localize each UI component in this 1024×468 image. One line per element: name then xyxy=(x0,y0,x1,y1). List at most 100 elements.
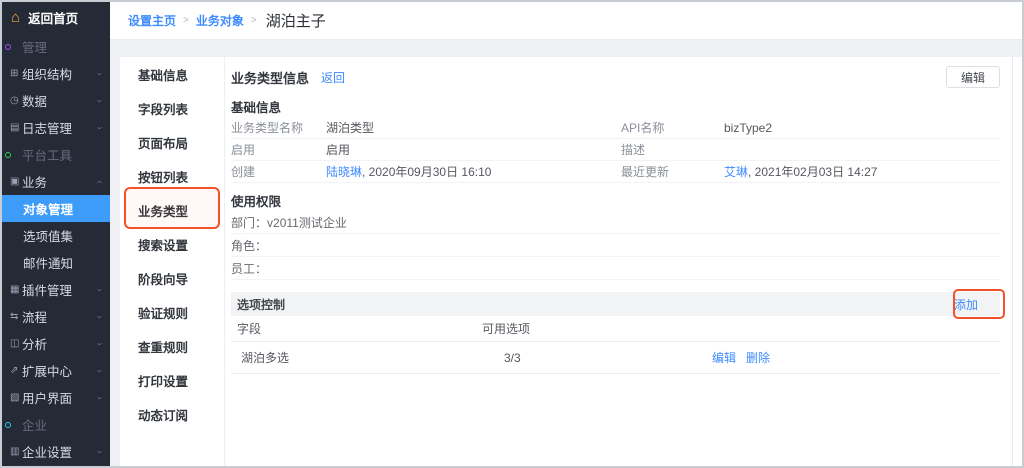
field-value: 湖泊类型 xyxy=(326,119,621,136)
plugin-grid-icon xyxy=(10,285,19,295)
user-interface-icon xyxy=(10,393,19,403)
main-panel: 基础信息 字段列表 页面布局 按钮列表 业务类型 搜索设置 阶段向导 验证规则 … xyxy=(120,57,1012,466)
sidebar-item-label: 企业 xyxy=(22,415,47,434)
sidebar-item-label: 流程 xyxy=(22,307,47,326)
data-clock-icon xyxy=(10,96,19,106)
sidebar-item-label: 扩展中心 xyxy=(22,361,72,380)
field-name-cell: 湖泊多选 xyxy=(231,349,482,366)
field-label: 启用 xyxy=(231,141,326,158)
sidebar-item-user-interface[interactable]: 用户界面 › xyxy=(2,384,110,411)
row-delete-link[interactable]: 删除 xyxy=(746,349,770,366)
field-label: 业务类型名称 xyxy=(231,119,326,136)
app-window: 返回首页 管理 组织结构 › 数据 › 日志管理 › xyxy=(0,0,1024,468)
detail-content: 业务类型信息 返回 编辑 基础信息 业务类型名称 湖泊类型 API名称 bizT… xyxy=(225,57,1012,466)
chevron-down-icon: › xyxy=(94,99,105,102)
sidebar-item-label: 企业设置 xyxy=(22,442,72,461)
sidebar-item-label: 选项值集 xyxy=(23,226,73,245)
edit-button[interactable]: 编辑 xyxy=(946,66,1000,88)
field-label: 创建 xyxy=(231,163,326,180)
submenu-item-basic-info[interactable]: 基础信息 xyxy=(120,57,224,91)
sidebar-item-enterprise[interactable]: 企业 xyxy=(2,411,110,438)
submenu-item-field-list[interactable]: 字段列表 xyxy=(120,91,224,125)
workflow-icon xyxy=(10,312,18,322)
submenu-item-dedup-rules[interactable]: 查重规则 xyxy=(120,329,224,363)
submenu-item-search-settings[interactable]: 搜索设置 xyxy=(120,227,224,261)
creator-user-link[interactable]: 陆晓琳 xyxy=(326,165,362,179)
sidebar-item-analytics[interactable]: 分析 › xyxy=(2,330,110,357)
green-dot-icon xyxy=(5,152,11,158)
field-label: 最近更新 xyxy=(621,163,724,180)
sidebar-item-extension-center[interactable]: 扩展中心 › xyxy=(2,357,110,384)
sidebar-item-plugin-management[interactable]: 插件管理 › xyxy=(2,276,110,303)
submenu-item-business-type[interactable]: 业务类型 xyxy=(120,193,224,227)
submenu-item-dynamic-subscription[interactable]: 动态订阅 xyxy=(120,397,224,431)
field-value: 艾琳, 2021年02月03日 14:27 xyxy=(724,163,1000,180)
breadcrumb-link-settings-home[interactable]: 设置主页 xyxy=(128,12,176,29)
sidebar: 返回首页 管理 组织结构 › 数据 › 日志管理 › xyxy=(2,2,110,466)
sidebar-item-business[interactable]: 业务 › xyxy=(2,168,110,195)
purple-dot-icon xyxy=(5,44,11,50)
table-header: 字段 可用选项 xyxy=(231,316,1000,342)
breadcrumb-link-business-object[interactable]: 业务对象 xyxy=(196,12,244,29)
sidebar-item-label: 平台工具 xyxy=(22,145,72,164)
field-label: API名称 xyxy=(621,119,724,136)
chevron-down-icon: › xyxy=(94,342,105,345)
field-value: 启用 xyxy=(326,141,621,158)
add-link[interactable]: 添加 xyxy=(954,296,978,313)
chevron-up-icon: › xyxy=(94,180,105,183)
sidebar-item-label: 分析 xyxy=(22,334,47,353)
submenu-item-page-layout[interactable]: 页面布局 xyxy=(120,125,224,159)
permissions-title: 使用权限 xyxy=(231,193,1000,211)
enterprise-settings-icon xyxy=(10,447,19,457)
log-list-icon xyxy=(10,123,19,133)
home-label: 返回首页 xyxy=(28,8,78,27)
sidebar-item-log-management[interactable]: 日志管理 › xyxy=(2,114,110,141)
settings-submenu: 基础信息 字段列表 页面布局 按钮列表 业务类型 搜索设置 阶段向导 验证规则 … xyxy=(120,57,225,466)
sidebar-item-label: 邮件通知 xyxy=(23,253,73,272)
sidebar-item-workflow[interactable]: 流程 › xyxy=(2,303,110,330)
section-title: 业务类型信息 xyxy=(231,68,309,87)
breadcrumb: 设置主页 > 业务对象 > 湖泊主子 xyxy=(110,2,1022,40)
info-row: 创建 陆晓琳, 2020年09月30日 16:10 最近更新 艾琳, 2021年… xyxy=(231,161,1000,183)
row-edit-link[interactable]: 编辑 xyxy=(712,349,736,366)
submenu-item-print-settings[interactable]: 打印设置 xyxy=(120,363,224,397)
basic-info-title: 基础信息 xyxy=(231,99,1000,117)
sidebar-item-label: 日志管理 xyxy=(22,118,72,137)
sidebar-item-option-value-set[interactable]: 选项值集 xyxy=(2,222,110,249)
sidebar-item-label: 数据 xyxy=(22,91,47,110)
option-control-title: 选项控制 xyxy=(237,296,285,313)
sidebar-item-data[interactable]: 数据 › xyxy=(2,87,110,114)
vertical-scrollbar[interactable] xyxy=(1012,57,1022,466)
chevron-down-icon: › xyxy=(94,288,105,291)
chevron-down-icon: › xyxy=(94,315,105,318)
sidebar-item-object-management[interactable]: 对象管理 xyxy=(2,195,110,222)
sidebar-item-management[interactable]: 管理 xyxy=(2,33,110,60)
sidebar-item-org-structure[interactable]: 组织结构 › xyxy=(2,60,110,87)
chevron-down-icon: › xyxy=(94,126,105,129)
submenu-item-button-list[interactable]: 按钮列表 xyxy=(120,159,224,193)
breadcrumb-separator: > xyxy=(251,15,257,26)
sidebar-item-label: 用户界面 xyxy=(22,388,72,407)
permission-row: 角色： xyxy=(231,234,1000,257)
sidebar-nav: 管理 组织结构 › 数据 › 日志管理 › 平台工具 xyxy=(2,33,110,465)
field-label: 描述 xyxy=(621,141,724,158)
chevron-down-icon: › xyxy=(94,396,105,399)
updater-user-link[interactable]: 艾琳 xyxy=(724,165,748,179)
info-row: 业务类型名称 湖泊类型 API名称 bizType2 xyxy=(231,117,1000,139)
page-title: 湖泊主子 xyxy=(266,10,326,31)
extension-center-icon xyxy=(10,366,18,376)
sidebar-item-enterprise-settings[interactable]: 企业设置 › xyxy=(2,438,110,465)
sidebar-home[interactable]: 返回首页 xyxy=(2,2,110,32)
permission-row: 员工： xyxy=(231,257,1000,280)
submenu-item-validation-rules[interactable]: 验证规则 xyxy=(120,295,224,329)
sidebar-item-platform-tools[interactable]: 平台工具 xyxy=(2,141,110,168)
cyan-dot-icon xyxy=(5,422,11,428)
submenu-item-stage-wizard[interactable]: 阶段向导 xyxy=(120,261,224,295)
column-header-available-options: 可用选项 xyxy=(482,320,712,337)
sidebar-item-email-notification[interactable]: 邮件通知 xyxy=(2,249,110,276)
option-control-header: 选项控制 添加 xyxy=(231,292,1000,316)
field-label: 员工： xyxy=(231,260,267,277)
back-link[interactable]: 返回 xyxy=(321,69,345,86)
field-value: bizType2 xyxy=(724,121,1000,135)
permission-row: 部门：v2011测试企业 xyxy=(231,211,1000,234)
